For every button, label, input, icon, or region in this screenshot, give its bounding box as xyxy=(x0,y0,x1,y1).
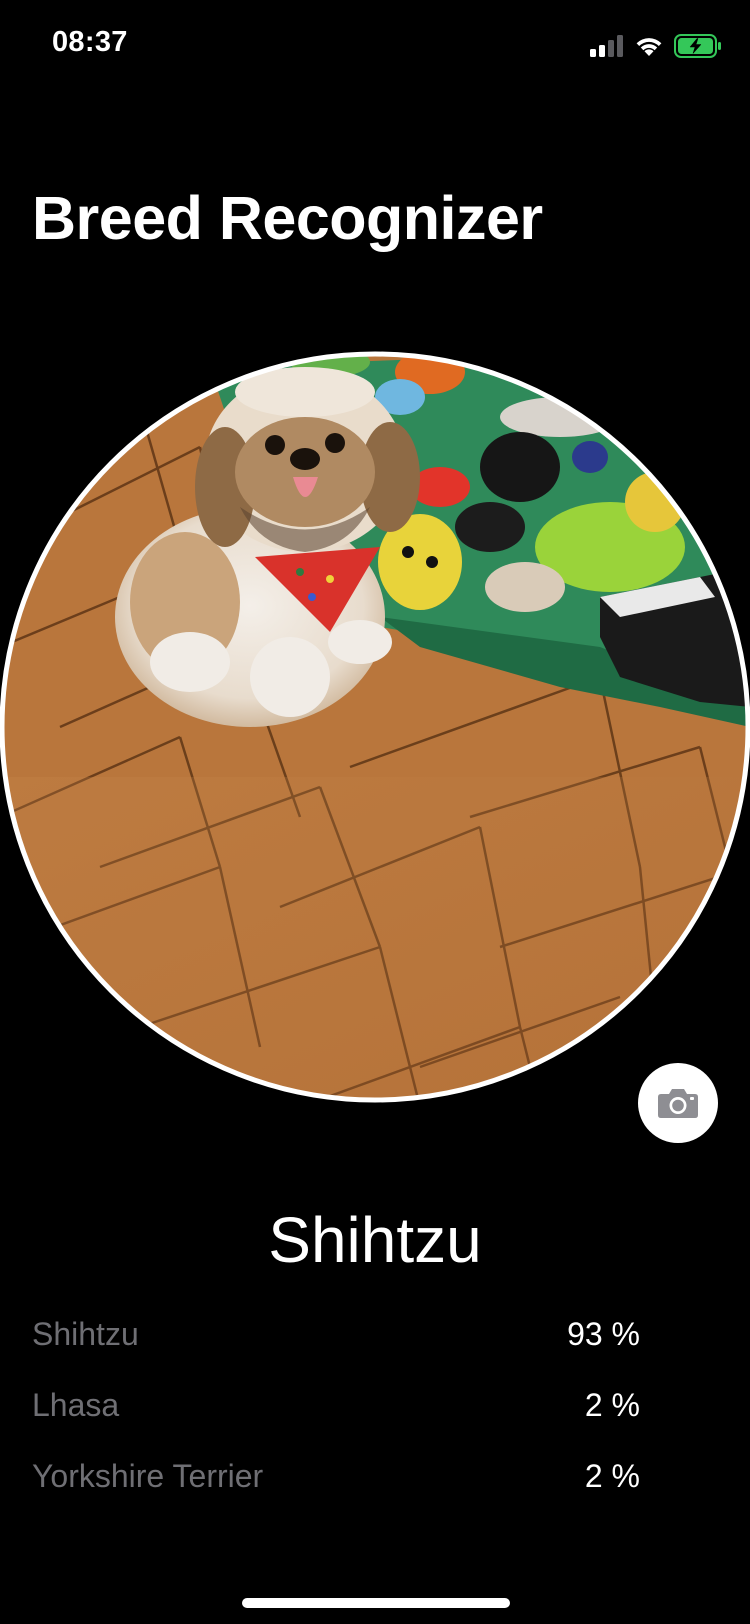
status-icons xyxy=(590,30,722,62)
prediction-value: 2 % xyxy=(584,1458,640,1494)
prediction-label: Shihtzu xyxy=(32,1316,139,1352)
prediction-value: 2 % xyxy=(584,1387,640,1423)
prediction-label: Yorkshire Terrier xyxy=(32,1458,264,1494)
cellular-signal-icon xyxy=(590,35,623,57)
wifi-icon xyxy=(636,38,662,56)
camera-button[interactable] xyxy=(638,1063,718,1143)
dog-photo-image xyxy=(0,351,750,1103)
prediction-row: Lhasa 2 % xyxy=(32,1386,640,1457)
status-time: 08:37 xyxy=(52,26,128,58)
predictions-list: Shihtzu 93 % Lhasa 2 % Yorkshire Terrier… xyxy=(32,1315,640,1528)
battery-charging-icon xyxy=(674,34,721,58)
camera-icon xyxy=(658,1089,698,1118)
prediction-label: Lhasa xyxy=(32,1387,120,1423)
home-indicator[interactable] xyxy=(242,1598,510,1608)
prediction-value: 93 % xyxy=(567,1316,640,1352)
dog-photo xyxy=(0,347,750,1107)
prediction-row: Shihtzu 93 % xyxy=(32,1315,640,1386)
prediction-row: Yorkshire Terrier 2 % xyxy=(32,1457,640,1528)
page-title: Breed Recognizer xyxy=(32,184,543,252)
top-breed-result: Shihtzu xyxy=(268,1204,482,1276)
status-bar: 08:37 xyxy=(0,0,750,92)
